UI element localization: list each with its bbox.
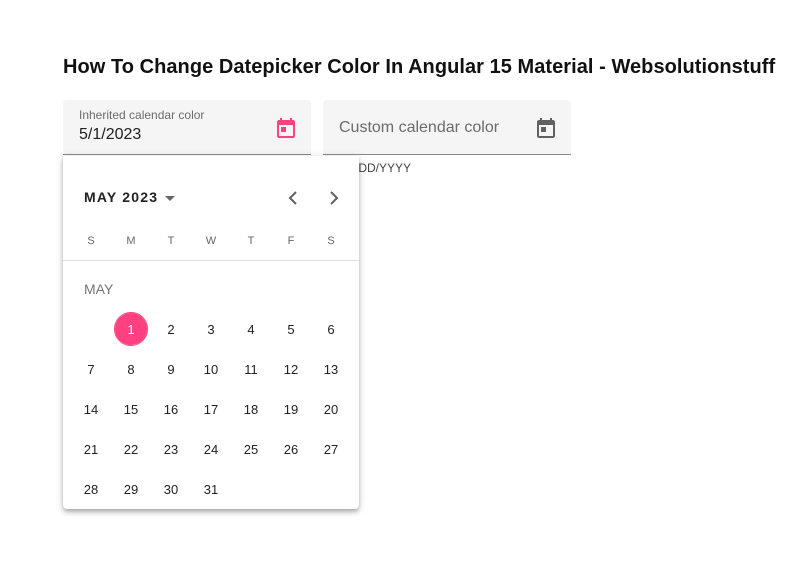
calendar-day-selected[interactable]: 1 bbox=[114, 312, 148, 346]
calendar-day[interactable]: 24 bbox=[194, 432, 228, 466]
next-month-button[interactable] bbox=[324, 187, 344, 209]
chevron-left-icon bbox=[288, 191, 297, 205]
period-toggle-button[interactable]: MAY 2023 bbox=[84, 189, 176, 205]
calendar-day[interactable]: 31 bbox=[194, 472, 228, 506]
calendar-day[interactable]: 19 bbox=[274, 392, 308, 426]
calendar-day[interactable]: 22 bbox=[114, 432, 148, 466]
weekday-header: F bbox=[287, 235, 295, 247]
calendar-day[interactable]: 10 bbox=[194, 352, 228, 386]
calendar-day[interactable]: 28 bbox=[74, 472, 108, 506]
calendar-day[interactable]: 7 bbox=[74, 352, 108, 386]
calendar-day[interactable]: 15 bbox=[114, 392, 148, 426]
calendar-icon[interactable] bbox=[273, 115, 299, 141]
previous-month-button[interactable] bbox=[283, 187, 303, 209]
datepicker-popup: MAY 2023 S M T W T F S MAY 1 2 3 4 5 6 7… bbox=[63, 156, 359, 509]
weekday-header: W bbox=[205, 235, 217, 247]
caret-down-icon bbox=[165, 195, 176, 201]
calendar-day[interactable]: 26 bbox=[274, 432, 308, 466]
weekday-header: T bbox=[167, 235, 175, 247]
calendar-day[interactable]: 3 bbox=[194, 312, 228, 346]
calendar-day[interactable]: 11 bbox=[234, 352, 268, 386]
weekday-divider bbox=[63, 260, 359, 261]
calendar-day[interactable]: 8 bbox=[114, 352, 148, 386]
calendar-day[interactable]: 23 bbox=[154, 432, 188, 466]
calendar-day[interactable]: 29 bbox=[114, 472, 148, 506]
inherited-date-field[interactable]: Inherited calendar color 5/1/2023 bbox=[63, 100, 311, 155]
calendar-icon[interactable] bbox=[533, 115, 559, 141]
inherited-date-input[interactable]: 5/1/2023 bbox=[79, 126, 141, 144]
inherited-field-label: Inherited calendar color bbox=[79, 108, 205, 122]
calendar-day[interactable]: 13 bbox=[314, 352, 348, 386]
weekday-header: T bbox=[247, 235, 255, 247]
custom-field-hint: /DD/YYYY bbox=[355, 161, 412, 175]
calendar-day[interactable]: 21 bbox=[74, 432, 108, 466]
calendar-day[interactable]: 12 bbox=[274, 352, 308, 386]
page-title: How To Change Datepicker Color In Angula… bbox=[63, 56, 776, 78]
weekday-header: S bbox=[87, 235, 95, 247]
calendar-day[interactable]: 5 bbox=[274, 312, 308, 346]
calendar-day[interactable]: 27 bbox=[314, 432, 348, 466]
calendar-day[interactable]: 18 bbox=[234, 392, 268, 426]
weekday-header: M bbox=[126, 235, 136, 247]
calendar-day[interactable]: 25 bbox=[234, 432, 268, 466]
period-label: MAY 2023 bbox=[84, 189, 159, 205]
calendar-day[interactable]: 4 bbox=[234, 312, 268, 346]
calendar-day[interactable]: 20 bbox=[314, 392, 348, 426]
month-label: MAY bbox=[84, 281, 114, 297]
weekday-header: S bbox=[327, 235, 335, 247]
calendar-day[interactable]: 9 bbox=[154, 352, 188, 386]
custom-date-field[interactable]: Custom calendar color bbox=[323, 100, 571, 155]
calendar-day[interactable]: 17 bbox=[194, 392, 228, 426]
custom-date-input[interactable]: Custom calendar color bbox=[339, 119, 499, 137]
calendar-day[interactable]: 6 bbox=[314, 312, 348, 346]
calendar-day[interactable]: 30 bbox=[154, 472, 188, 506]
calendar-day[interactable]: 14 bbox=[74, 392, 108, 426]
chevron-right-icon bbox=[330, 191, 339, 205]
calendar-day[interactable]: 2 bbox=[154, 312, 188, 346]
calendar-day[interactable]: 16 bbox=[154, 392, 188, 426]
